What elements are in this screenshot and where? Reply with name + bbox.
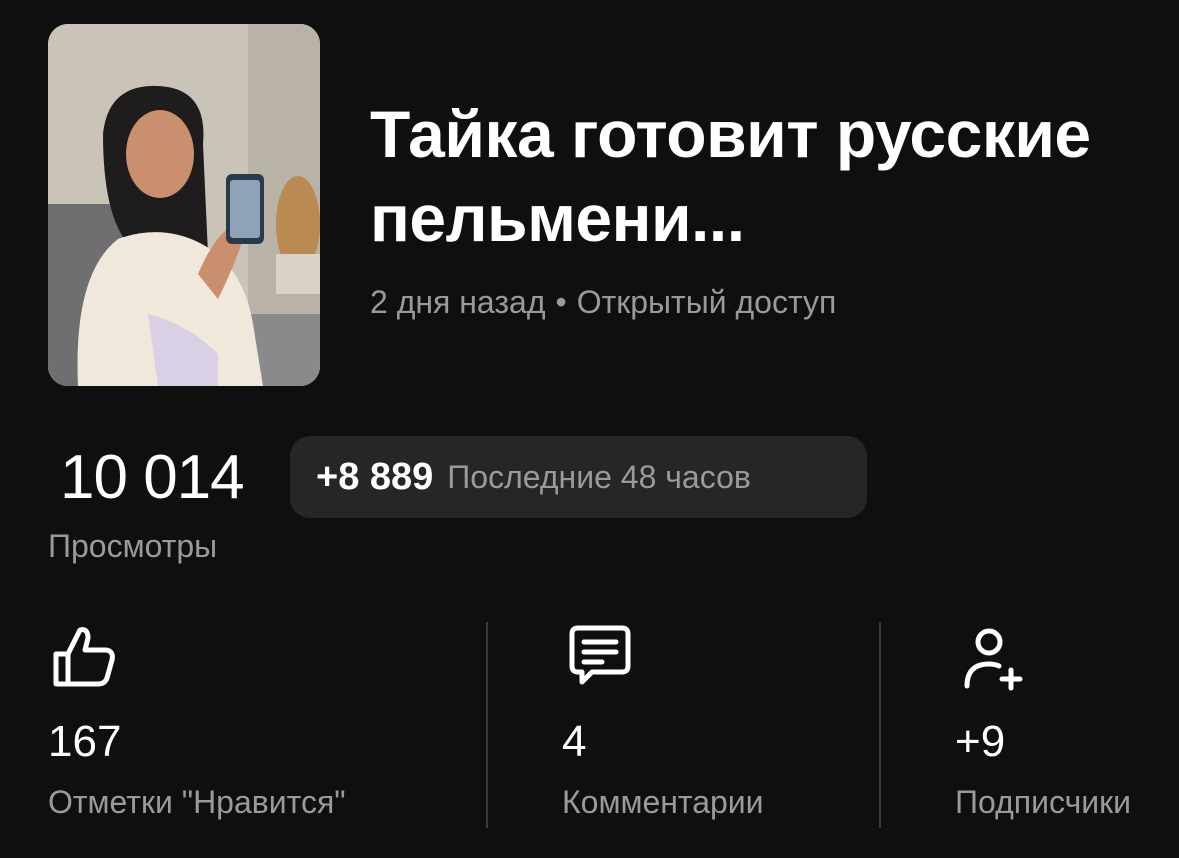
subscribers-label: Подписчики	[955, 784, 1132, 820]
views-count: 10 014	[60, 443, 245, 512]
views-delta: +8 889	[316, 455, 434, 498]
meta-separator: •	[555, 284, 567, 320]
video-title: Тайка готовит русские пельмени...	[370, 97, 1091, 255]
thumbs-up-icon	[48, 620, 120, 692]
comments-stat[interactable]: 4 Комментарии	[562, 620, 862, 830]
likes-label: Отметки "Нравится"	[48, 784, 346, 820]
comments-value: 4	[562, 717, 587, 766]
thumbnail-image	[48, 24, 320, 386]
likes-value: 167	[48, 717, 122, 766]
add-user-icon	[955, 620, 1027, 692]
stat-divider	[486, 622, 488, 828]
subscribers-stat[interactable]: +9 Подписчики	[955, 620, 1175, 830]
publish-date: 2 дня назад	[370, 284, 546, 320]
comments-label: Комментарии	[562, 784, 764, 820]
views-delta-pill: +8 889 Последние 48 часов	[290, 436, 867, 518]
access-status: Открытый доступ	[576, 284, 837, 320]
stat-divider	[879, 622, 881, 828]
comment-icon	[562, 620, 634, 692]
video-thumbnail[interactable]	[48, 24, 320, 386]
views-period: Последние 48 часов	[447, 458, 751, 495]
video-meta: 2 дня назад • Открытый доступ	[370, 282, 836, 322]
likes-stat[interactable]: 167 Отметки "Нравится"	[48, 620, 468, 830]
views-label: Просмотры	[48, 528, 218, 564]
subscribers-value: +9	[955, 717, 1006, 766]
